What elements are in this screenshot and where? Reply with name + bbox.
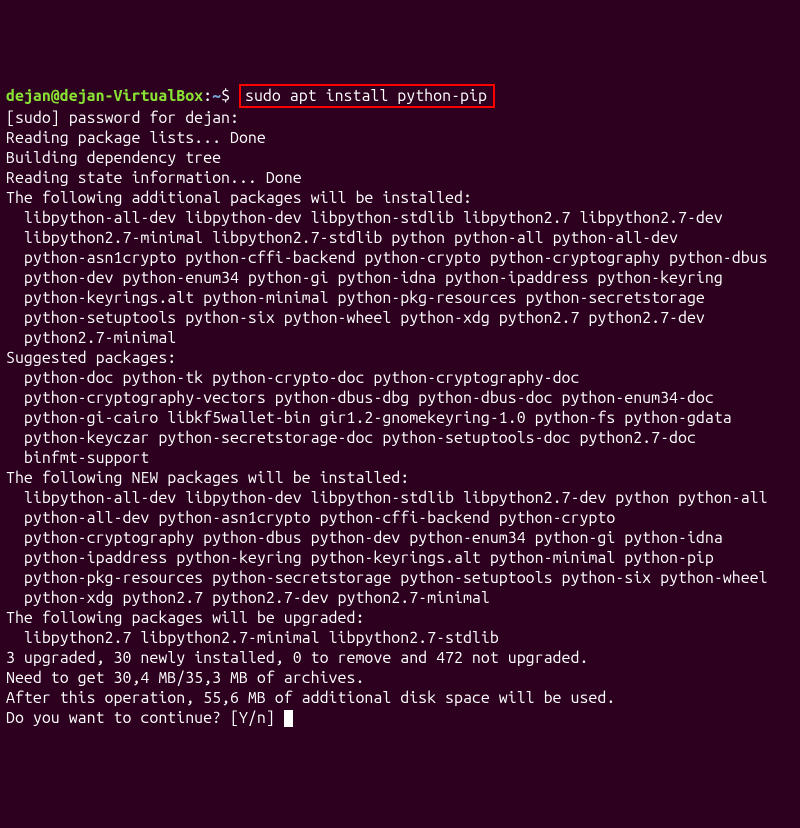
output-line: libpython2.7-minimal libpython2.7-stdlib… bbox=[6, 228, 794, 248]
output-line: python-setuptools python-six python-whee… bbox=[6, 308, 794, 328]
output-line: [sudo] password for dejan: bbox=[6, 108, 794, 128]
prompt-line: dejan@dejan-VirtualBox:~$ sudo apt insta… bbox=[6, 84, 794, 108]
terminal-output[interactable]: dejan@dejan-VirtualBox:~$ sudo apt insta… bbox=[6, 84, 794, 728]
prompt-user: dejan@dejan-VirtualBox bbox=[6, 87, 203, 105]
output-line: Need to get 30,4 MB/35,3 MB of archives. bbox=[6, 668, 794, 688]
output-line: 3 upgraded, 30 newly installed, 0 to rem… bbox=[6, 648, 794, 668]
output-line: libpython-all-dev libpython-dev libpytho… bbox=[6, 208, 794, 228]
output-line: python-asn1crypto python-cffi-backend py… bbox=[6, 248, 794, 268]
output-line: python-keyrings.alt python-minimal pytho… bbox=[6, 288, 794, 308]
output-line: Reading package lists... Done bbox=[6, 128, 794, 148]
prompt-dollar: $ bbox=[221, 87, 239, 105]
output-line: Suggested packages: bbox=[6, 348, 794, 368]
output-line: python-pkg-resources python-secretstorag… bbox=[6, 568, 794, 588]
command-text: sudo apt install python-pip bbox=[245, 87, 487, 105]
output-line: python-doc python-tk python-crypto-doc p… bbox=[6, 368, 794, 388]
output-line: The following packages will be upgraded: bbox=[6, 608, 794, 628]
output-line: The following additional packages will b… bbox=[6, 188, 794, 208]
output-line: python-keyczar python-secretstorage-doc … bbox=[6, 428, 794, 448]
prompt-path: ~ bbox=[212, 87, 221, 105]
command-highlight: sudo apt install python-pip bbox=[239, 84, 495, 108]
output-line: python-ipaddress python-keyring python-k… bbox=[6, 548, 794, 568]
output-line: python-xdg python2.7 python2.7-dev pytho… bbox=[6, 588, 794, 608]
output-line: After this operation, 55,6 MB of additio… bbox=[6, 688, 794, 708]
output-line: python-dev python-enum34 python-gi pytho… bbox=[6, 268, 794, 288]
output-line: libpython-all-dev libpython-dev libpytho… bbox=[6, 488, 794, 508]
output-line: python-all-dev python-asn1crypto python-… bbox=[6, 508, 794, 528]
output-line: The following NEW packages will be insta… bbox=[6, 468, 794, 488]
output-line: Reading state information... Done bbox=[6, 168, 794, 188]
output-line: libpython2.7 libpython2.7-minimal libpyt… bbox=[6, 628, 794, 648]
cursor[interactable] bbox=[284, 710, 293, 727]
continue-prompt: Do you want to continue? [Y/n] bbox=[6, 709, 284, 727]
output-line: binfmt-support bbox=[6, 448, 794, 468]
output-line: python-cryptography python-dbus python-d… bbox=[6, 528, 794, 548]
output-line: python2.7-minimal bbox=[6, 328, 794, 348]
output-line: python-cryptography-vectors python-dbus-… bbox=[6, 388, 794, 408]
output-line: python-gi-cairo libkf5wallet-bin gir1.2-… bbox=[6, 408, 794, 428]
prompt-separator: : bbox=[203, 87, 212, 105]
output-line: Building dependency tree bbox=[6, 148, 794, 168]
